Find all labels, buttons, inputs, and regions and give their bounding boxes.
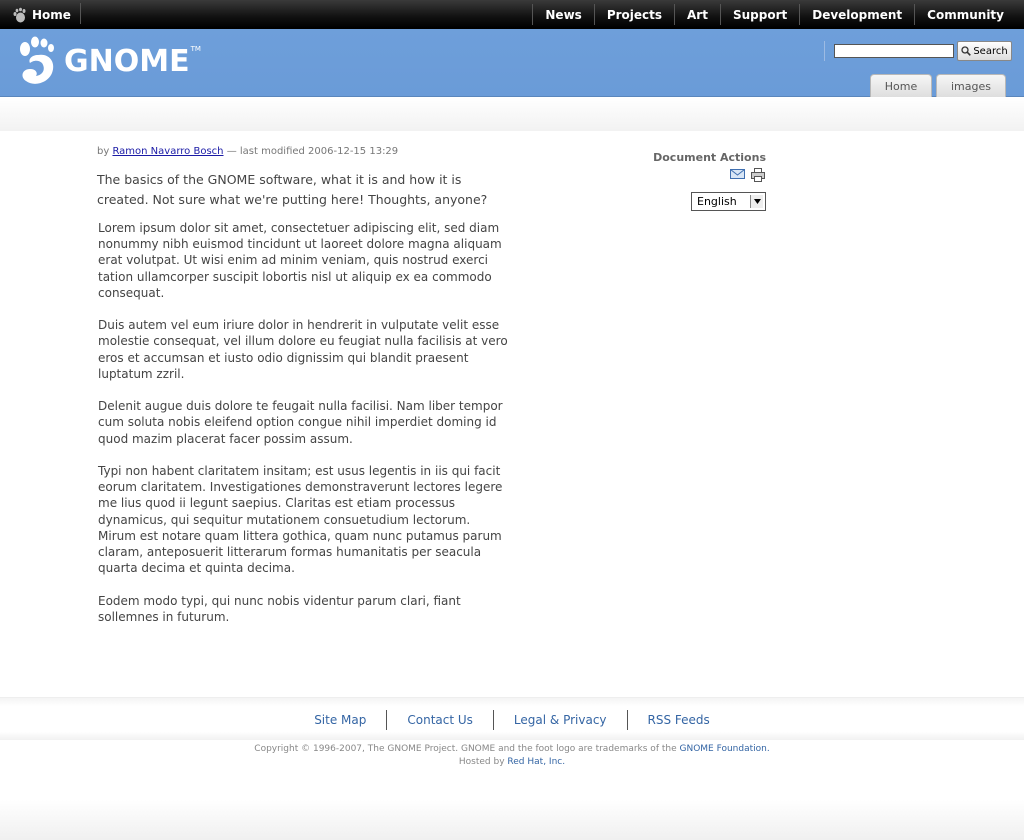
document-actions-icons [730,168,765,182]
byline-prefix: by [97,146,110,157]
hosted-text: Hosted by [458,757,505,767]
tab-images[interactable]: images [936,74,1006,97]
author-link[interactable]: Ramon Navarro Bosch [112,146,223,157]
bottom-band [0,800,1024,840]
body-paragraph: Delenit augue duis dolore te feugait nul… [98,399,503,446]
copyright-notice: Copyright © 1996-2007, The GNOME Project… [0,743,1024,769]
footer-rss-feeds[interactable]: RSS Feeds [626,710,730,730]
body-paragraph: Eodem modo typi, qui nunc nobis videntur… [98,593,461,624]
body-paragraph: Lorem ipsum dolor sit amet, consectetuer… [98,221,502,300]
gnome-foundation-link[interactable]: GNOME Foundation. [680,744,770,754]
print-icon[interactable] [751,168,765,182]
copyright-line: Copyright © 1996-2007, The GNOME Project… [0,743,1024,756]
search-button[interactable]: Search [957,41,1012,61]
chevron-down-icon [750,195,763,208]
body-paragraph: Typi non habent claritatem insitam; est … [98,464,503,576]
search-input[interactable] [834,44,954,58]
nav-art[interactable]: Art [674,4,720,25]
nav-projects[interactable]: Projects [593,4,674,25]
top-nav-menu: News Projects Art Support Development Co… [532,0,1016,29]
divider [80,3,81,24]
tab-home[interactable]: Home [870,74,932,97]
red-hat-link[interactable]: Red Hat, Inc. [507,757,565,767]
search-button-label: Search [973,45,1008,57]
gnome-foot-icon [13,7,26,22]
footer-site-map[interactable]: Site Map [294,710,386,730]
hosted-line: Hosted by Red Hat, Inc. [0,756,1024,769]
divider [824,41,825,61]
gnome-logo[interactable]: GNOME TM [16,33,201,89]
top-navigation-bar: Home News Projects Art Support Developme… [0,0,1024,29]
top-home-label: Home [32,7,71,22]
nav-community[interactable]: Community [914,4,1016,25]
content-top-band [0,97,1024,131]
footer-links: Site Map Contact Us Legal & Privacy RSS … [0,708,1024,732]
document-description: The basics of the GNOME software, what i… [97,172,488,207]
language-selected: English [697,195,737,208]
top-home-link[interactable]: Home [12,0,71,29]
last-modified: — last modified 2006-12-15 13:29 [226,146,399,157]
body-paragraph: Duis autem vel eum iriure dolor in hendr… [98,318,508,381]
nav-development[interactable]: Development [799,4,914,25]
nav-news[interactable]: News [532,4,593,25]
nav-support[interactable]: Support [719,4,799,25]
document-actions-title: Document Actions [653,151,766,164]
language-select[interactable]: English [691,192,766,211]
document-byline: by Ramon Navarro Bosch — last modified 2… [97,146,398,157]
footer-contact-us[interactable]: Contact Us [386,710,493,730]
magnifier-icon [961,46,972,56]
footer-legal-privacy[interactable]: Legal & Privacy [492,710,627,730]
send-to-icon[interactable] [730,168,745,180]
logo-trademark: TM [190,45,201,53]
document-body: Lorem ipsum dolor sit amet, consectetuer… [98,220,508,641]
logo-wordmark: GNOME [64,43,190,79]
gnome-foot-logo-icon [20,36,54,84]
copyright-text: Copyright © 1996-2007, The GNOME Project… [254,744,677,754]
